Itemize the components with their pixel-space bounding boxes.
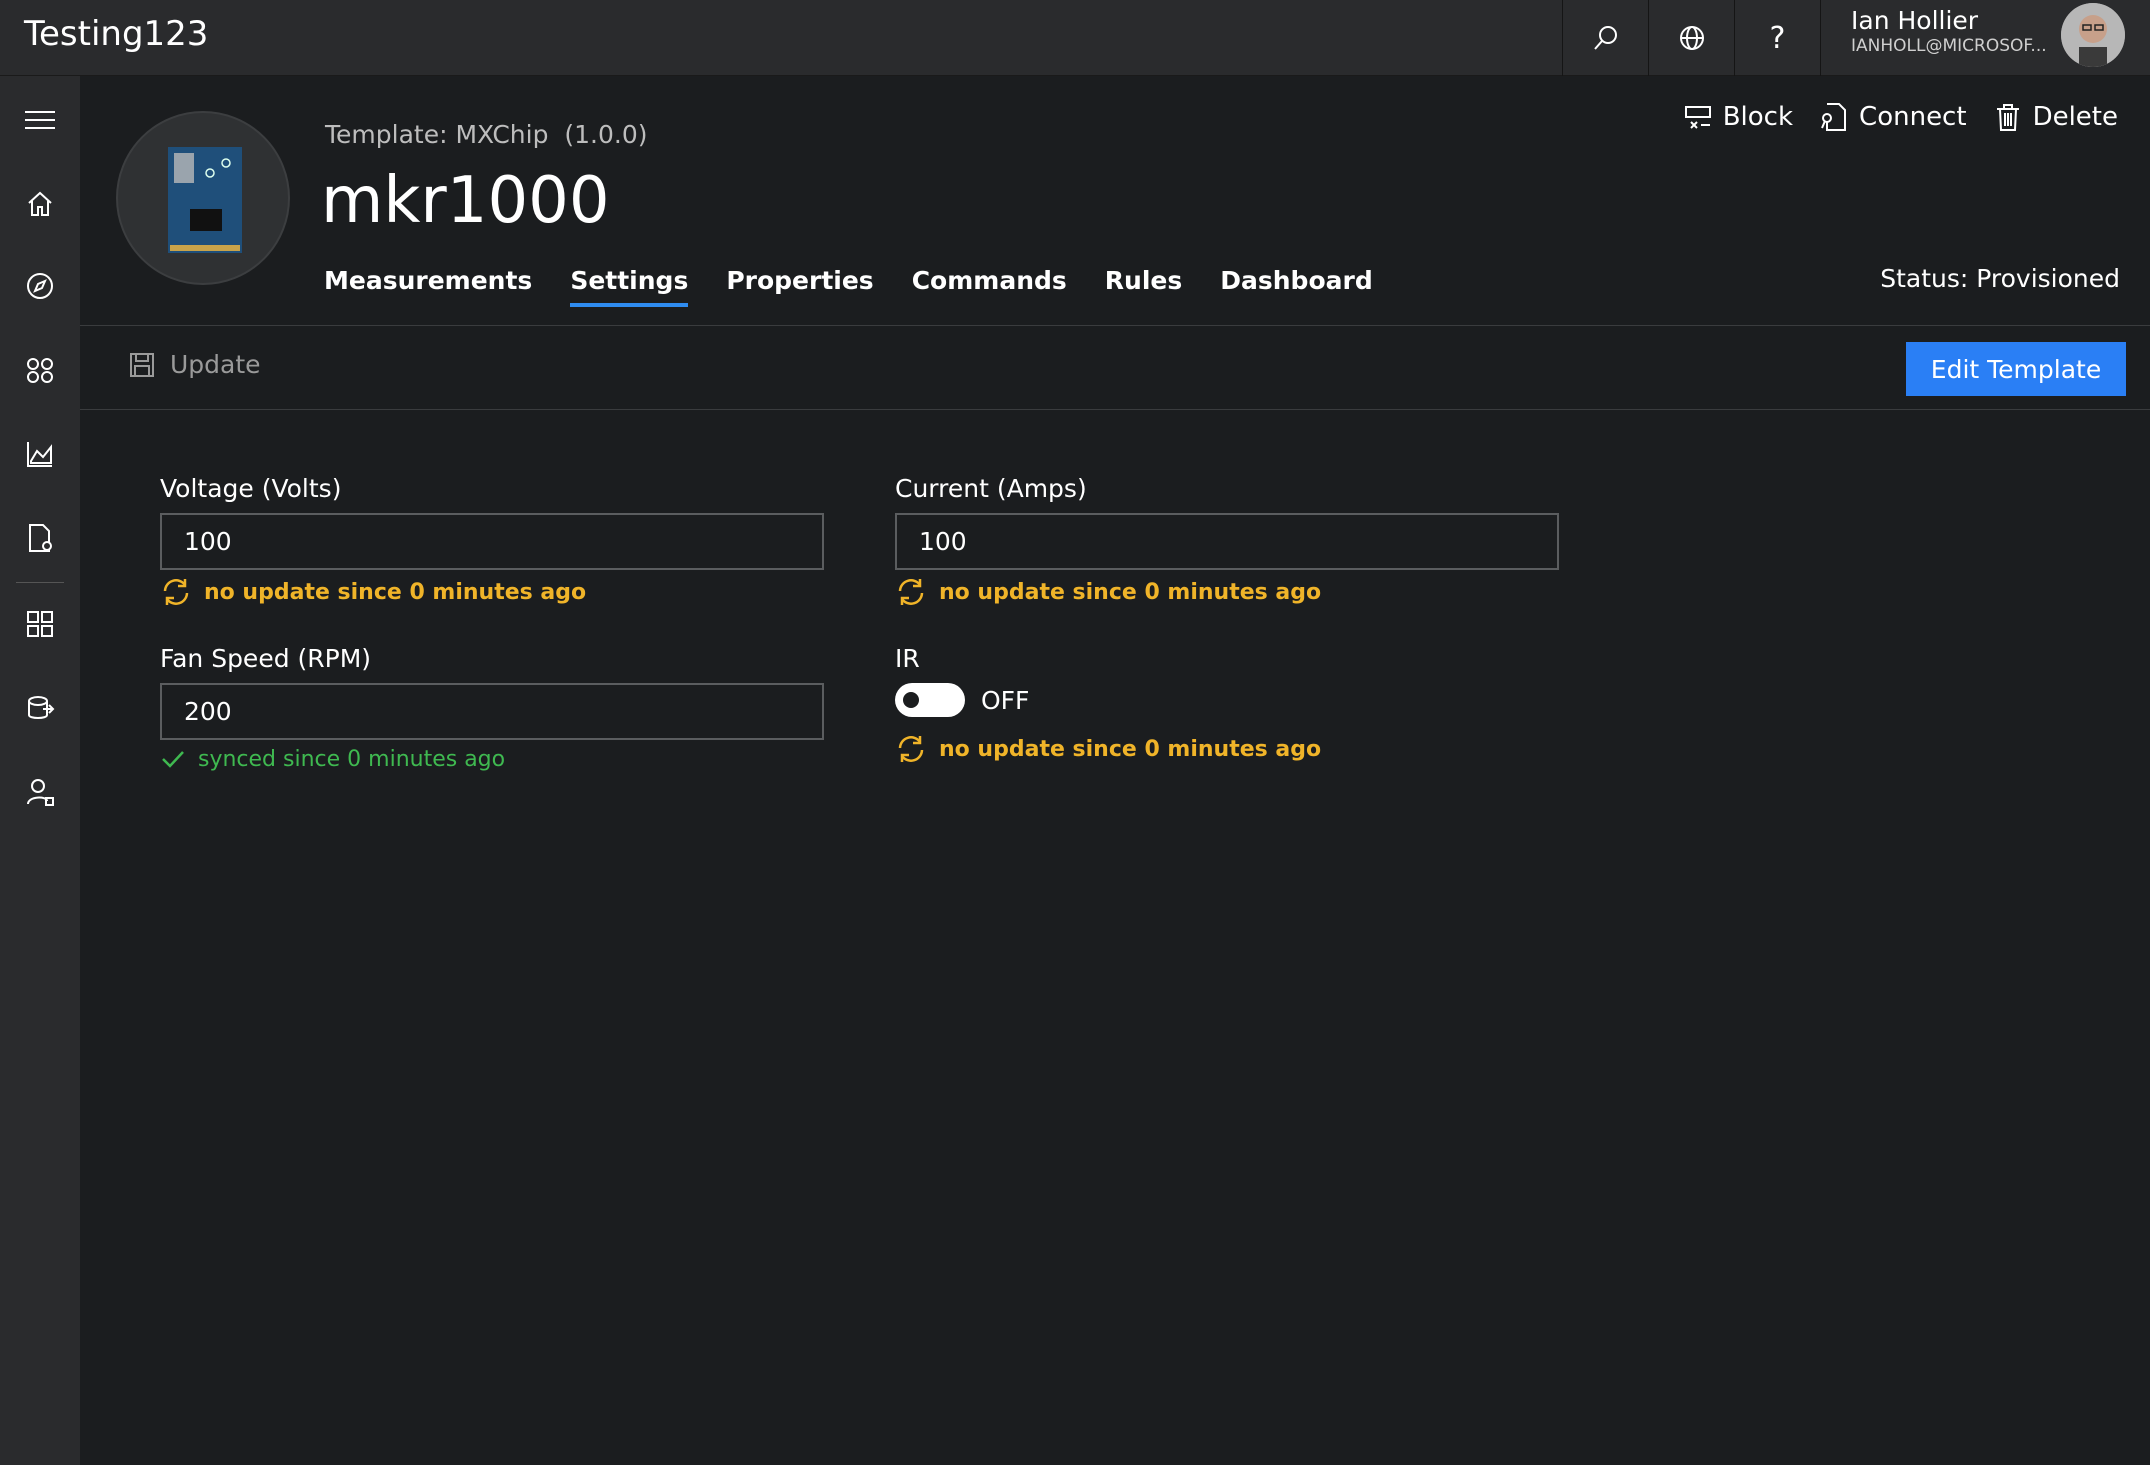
nav-templates[interactable]: [0, 594, 80, 654]
explorer-icon: [27, 273, 53, 299]
sync-pending-icon: [163, 579, 189, 605]
current-setting: Current (Amps) no update since 0 minutes…: [895, 474, 1559, 608]
sync-pending-icon: [898, 579, 924, 605]
ir-toggle[interactable]: [895, 683, 965, 717]
voltage-input[interactable]: [160, 513, 824, 570]
app-title[interactable]: Testing123: [24, 14, 208, 54]
current-status-text: no update since 0 minutes ago: [939, 579, 1322, 605]
user-name: Ian Hollier: [1851, 6, 1979, 35]
tab-rules[interactable]: Rules: [1105, 266, 1201, 303]
device-sets-icon: [27, 358, 53, 383]
avatar[interactable]: [2061, 3, 2125, 67]
tab-commands[interactable]: Commands: [912, 266, 1086, 303]
left-nav: [0, 76, 80, 1465]
fan-speed-setting: Fan Speed (RPM) synced since 0 minutes a…: [160, 644, 824, 772]
ir-toggle-row: OFF: [895, 683, 1321, 717]
nav-jobs[interactable]: [0, 508, 80, 568]
help-icon: ?: [1769, 20, 1786, 56]
tab-properties[interactable]: Properties: [726, 266, 892, 303]
device-name: mkr1000: [321, 164, 610, 238]
template-label: Template:: [325, 120, 448, 149]
delete-button[interactable]: Delete: [1993, 102, 2118, 132]
device-image: [116, 111, 290, 285]
voltage-status-text: no update since 0 minutes ago: [204, 579, 587, 605]
nav-device-explorer[interactable]: [0, 678, 80, 738]
top-bar: Testing123 ? Ian Hollier IANHOLL@MICROSO…: [0, 0, 2150, 76]
block-label: Block: [1722, 102, 1794, 132]
block-icon: [1684, 106, 1711, 129]
hamburger-icon: [25, 111, 55, 129]
ir-status-text: no update since 0 minutes ago: [939, 736, 1322, 762]
template-version: (1.0.0): [564, 120, 648, 149]
nav-menu-button[interactable]: [0, 90, 80, 150]
nav-analytics[interactable]: [0, 424, 80, 484]
device-header: Template: MXChip (1.0.0) mkr1000 Measure…: [80, 76, 2150, 326]
search-icon: [1593, 26, 1617, 50]
connect-icon: [1821, 103, 1847, 131]
trash-icon: [1996, 104, 2019, 131]
nav-explorer[interactable]: [0, 256, 80, 316]
ir-label: IR: [895, 644, 920, 673]
delete-label: Delete: [2032, 102, 2118, 132]
checkmark-icon: [162, 751, 184, 768]
fan-speed-label: Fan Speed (RPM): [160, 644, 372, 673]
voltage-label: Voltage (Volts): [160, 474, 342, 503]
jobs-icon: [29, 524, 52, 552]
analytics-icon: [27, 442, 52, 467]
nav-separator: [16, 582, 64, 583]
tab-settings[interactable]: Settings: [570, 266, 707, 307]
current-input[interactable]: [895, 513, 1559, 570]
connect-label: Connect: [1859, 102, 1967, 132]
connect-button[interactable]: Connect: [1819, 102, 1967, 132]
current-status: no update since 0 minutes ago: [895, 576, 1559, 608]
fan-speed-status-text: synced since 0 minutes ago: [198, 746, 506, 772]
current-label: Current (Amps): [895, 474, 1087, 503]
ir-toggle-state: OFF: [981, 685, 1030, 715]
tab-dashboard[interactable]: Dashboard: [1220, 266, 1391, 303]
update-label: Update: [170, 350, 261, 379]
save-icon: [130, 352, 154, 377]
language-button[interactable]: [1648, 0, 1734, 76]
tab-measurements[interactable]: Measurements: [324, 266, 551, 303]
ir-setting: IR OFF no update since 0 minutes ago: [895, 644, 1321, 765]
voltage-status: no update since 0 minutes ago: [160, 576, 824, 608]
globe-icon: [1679, 26, 1704, 50]
edit-template-button[interactable]: Edit Template: [1906, 342, 2126, 396]
block-button[interactable]: Block: [1683, 102, 1793, 132]
voltage-setting: Voltage (Volts) no update since 0 minute…: [160, 474, 824, 608]
help-button[interactable]: ?: [1734, 0, 1820, 76]
device-status: Status: Provisioned: [1880, 264, 2120, 293]
device-actions: Block Connect Delete: [1683, 102, 2118, 132]
ir-status: no update since 0 minutes ago: [895, 733, 1321, 765]
sync-pending-icon: [898, 736, 924, 762]
device-explorer-icon: [28, 696, 55, 719]
templates-icon: [27, 611, 53, 637]
user-email: IANHOLL@MICROSOF...: [1851, 36, 2047, 56]
nav-home[interactable]: [0, 174, 80, 234]
home-icon: [28, 191, 52, 216]
nav-users[interactable]: [0, 762, 80, 822]
search-button[interactable]: [1562, 0, 1648, 76]
user-menu[interactable]: Ian Hollier IANHOLL@MICROSOF...: [1820, 0, 2150, 76]
users-icon: [27, 779, 54, 806]
toggle-knob: [903, 692, 919, 708]
update-button[interactable]: Update: [128, 350, 261, 379]
fan-speed-input[interactable]: [160, 683, 824, 740]
template-name: MXChip: [455, 120, 549, 149]
fan-speed-status: synced since 0 minutes ago: [160, 746, 824, 772]
settings-toolbar: Update Edit Template: [80, 326, 2150, 410]
nav-device-sets[interactable]: [0, 340, 80, 400]
template-info: Template: MXChip (1.0.0): [325, 120, 647, 149]
tab-bar: Measurements Settings Properties Command…: [324, 266, 1411, 307]
